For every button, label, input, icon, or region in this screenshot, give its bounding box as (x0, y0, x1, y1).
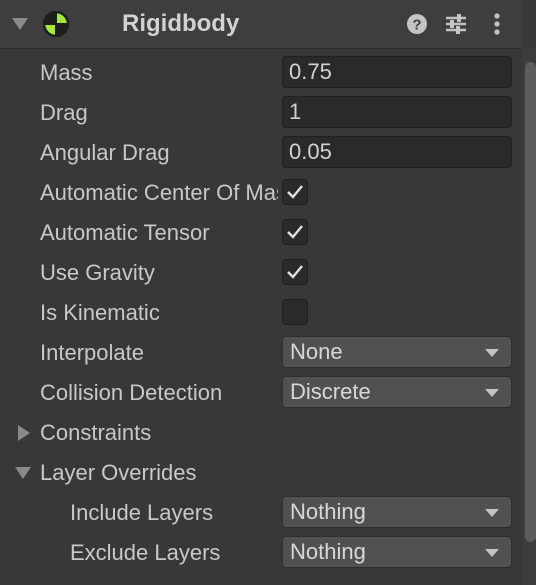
checkmark-icon (287, 185, 303, 199)
use-gravity-checkbox[interactable] (282, 259, 308, 285)
exclude-layers-label: Exclude Layers (70, 540, 221, 565)
drag-value: 1 (289, 99, 302, 124)
svg-text:?: ? (412, 17, 421, 34)
dropdown-arrow-icon (485, 389, 499, 397)
collision-detection-dropdown[interactable]: Discrete (282, 376, 512, 408)
presets-sliders-icon[interactable] (443, 10, 469, 38)
is-kinematic-checkbox[interactable] (282, 299, 308, 325)
constraints-foldout[interactable]: Constraints (40, 419, 151, 447)
collision-detection-label: Collision Detection (40, 380, 223, 405)
interpolate-value: None (290, 339, 343, 364)
automatic-tensor-checkbox[interactable] (282, 219, 308, 245)
exclude-layers-dropdown[interactable]: Nothing (282, 536, 512, 568)
use-gravity-label: Use Gravity (40, 260, 155, 285)
drag-label: Drag (40, 100, 88, 125)
layer-overrides-foldout[interactable]: Layer Overrides (40, 459, 197, 487)
dropdown-arrow-icon (485, 549, 499, 557)
scrollbar-thumb[interactable] (525, 62, 536, 542)
help-icon[interactable]: ? (404, 10, 430, 38)
drag-field[interactable]: 1 (282, 96, 512, 128)
chevron-down-icon[interactable] (12, 18, 28, 30)
checkmark-icon (287, 265, 303, 279)
angular-drag-value: 0.05 (289, 139, 332, 164)
include-layers-dropdown[interactable]: Nothing (282, 496, 512, 528)
interpolate-dropdown[interactable]: None (282, 336, 512, 368)
angular-drag-field[interactable]: 0.05 (282, 136, 512, 168)
mass-label: Mass (40, 60, 93, 85)
component-header[interactable]: Rigidbody ? (0, 0, 522, 49)
kebab-menu-icon[interactable] (484, 10, 510, 38)
collision-detection-value: Discrete (290, 379, 371, 404)
include-layers-label: Include Layers (70, 500, 214, 525)
interpolate-label: Interpolate (40, 340, 144, 365)
is-kinematic-label: Is Kinematic (40, 300, 160, 325)
dropdown-arrow-icon (485, 349, 499, 357)
rigidbody-inspector: Rigidbody ? Mass 0.75 Drag 1 Angular Dra (0, 0, 536, 585)
component-title: Rigidbody (122, 10, 240, 37)
dropdown-arrow-icon (485, 509, 499, 517)
automatic-center-of-mass-checkbox[interactable] (282, 179, 308, 205)
rigidbody-icon (42, 10, 70, 38)
automatic-center-of-mass-label: Automatic Center Of Mass (40, 180, 278, 205)
chevron-right-icon[interactable] (18, 425, 30, 441)
mass-field[interactable]: 0.75 (282, 56, 512, 88)
include-layers-value: Nothing (290, 499, 366, 524)
exclude-layers-value: Nothing (290, 539, 366, 564)
mass-value: 0.75 (289, 59, 332, 84)
angular-drag-label: Angular Drag (40, 140, 170, 165)
checkmark-icon (287, 225, 303, 239)
chevron-down-icon[interactable] (15, 467, 31, 479)
automatic-tensor-label: Automatic Tensor (40, 220, 210, 245)
